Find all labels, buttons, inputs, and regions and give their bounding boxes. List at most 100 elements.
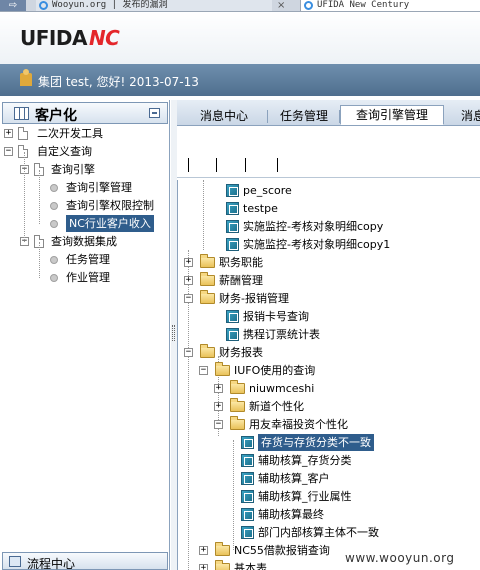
tree-query-item[interactable]: 辅助核算_行业属性: [178, 488, 480, 505]
user-icon: [20, 69, 32, 86]
tree-expander-icon[interactable]: +: [4, 129, 13, 138]
query-icon: [226, 220, 239, 233]
browser-tab-label: Wooyun.org | 发布的漏洞: [52, 0, 168, 10]
tree-expander-icon[interactable]: +: [214, 384, 223, 393]
forward-arrow-icon[interactable]: ⇨: [0, 0, 26, 11]
tree-node-label: 辅助核算_客户: [258, 472, 330, 485]
tree-query-item[interactable]: testpe: [178, 200, 480, 217]
tree-query-item[interactable]: pe_score: [178, 182, 480, 199]
folder-icon: [200, 344, 215, 358]
tree-query-item[interactable]: 携程订票统计表: [178, 326, 480, 343]
tab-task-management[interactable]: 任务管理: [273, 106, 335, 126]
tree-folder[interactable]: − 用友幸福投资个性化: [178, 416, 480, 433]
leaf-dot-icon: [50, 274, 58, 282]
tree-node-label: 辅助核算_存货分类: [258, 454, 352, 467]
query-icon: [241, 526, 254, 539]
tree-node-label: 用友幸福投资个性化: [249, 418, 348, 431]
tree-connector: [39, 170, 40, 224]
folder-icon: [200, 272, 215, 286]
tree-node-label: NC55借款报销查询: [234, 544, 330, 557]
tree-folder[interactable]: + niuwmceshi: [178, 380, 480, 397]
query-icon: [241, 508, 254, 521]
tree-expander-icon[interactable]: −: [184, 348, 193, 357]
tree-expander-icon[interactable]: +: [199, 564, 208, 570]
tree-node-label: pe_score: [243, 184, 292, 197]
left-panel: 客户化 + 二次开发工具 − 自定义查询 − 查询引擎 查询引擎管理 查询引擎权限控制 NC行业…: [0, 100, 170, 570]
tree-node-label: 携程订票统计表: [243, 328, 320, 341]
tree-query-item[interactable]: 实施监控-考核对象明细copy1: [178, 236, 480, 253]
tree-node-label: 报销卡号查询: [243, 310, 309, 323]
greeting-bar: 集团 test, 您好! 2013-07-13: [0, 64, 480, 96]
watermark: www.wooyun.org: [345, 551, 455, 565]
query-icon: [241, 436, 254, 449]
splitter-grip[interactable]: [172, 325, 175, 341]
tree-node[interactable]: + 二次开发工具: [0, 125, 168, 142]
tree-connector: [39, 242, 40, 278]
query-icon: [241, 472, 254, 485]
tree-expander-icon[interactable]: +: [184, 258, 193, 267]
tree-node[interactable]: NC行业客户收入: [0, 215, 168, 232]
tree-query-item[interactable]: 辅助核算_存货分类: [178, 452, 480, 469]
flow-center-bar[interactable]: 流程中心: [2, 552, 168, 570]
app-header: UFIDA NC: [0, 12, 480, 64]
tree-folder[interactable]: + 薪酬管理: [178, 272, 480, 289]
tree-folder[interactable]: − 财务-报销管理: [178, 290, 480, 307]
tree-query-item[interactable]: 辅助核算最终: [178, 506, 480, 523]
tree-node-label: 薪酬管理: [219, 274, 263, 287]
panel-title: 客户化: [35, 108, 77, 124]
folder-icon: [200, 254, 215, 268]
tree-node[interactable]: 作业管理: [0, 269, 168, 286]
tree-folder[interactable]: − 财务报表: [178, 344, 480, 361]
folder-icon: [230, 380, 245, 394]
tree-query-item[interactable]: 存货与存货分类不一致: [178, 434, 480, 451]
tree-expander-icon[interactable]: −: [199, 366, 208, 375]
tree-node[interactable]: − 查询数据集成: [0, 233, 168, 250]
document-icon: [18, 145, 28, 158]
tree-node-label: IUFO使用的查询: [234, 364, 316, 377]
tree-expander-icon[interactable]: +: [184, 276, 193, 285]
tree-node[interactable]: 任务管理: [0, 251, 168, 268]
toolbar-separator: [216, 158, 217, 172]
tree-query-item[interactable]: 部门内部核算主体不一致: [178, 524, 480, 541]
tree-expander-icon[interactable]: −: [184, 294, 193, 303]
leaf-dot-icon: [50, 256, 58, 264]
tree-node[interactable]: 查询引擎管理: [0, 179, 168, 196]
main-area: 消息中心 任务管理 查询引擎管理 消息 pe_score testpe 实施监控-考…: [177, 100, 480, 570]
tree-query-item[interactable]: 实施监控-考核对象明细copy: [178, 218, 480, 235]
tree-node-label: 查询引擎权限控制: [66, 199, 154, 212]
tree-expander-icon[interactable]: −: [4, 147, 13, 156]
tree-node-label: 查询引擎: [51, 163, 95, 176]
tab-divider: [267, 110, 268, 123]
tree-node-label: 查询数据集成: [51, 235, 117, 248]
tree-expander-icon[interactable]: +: [214, 402, 223, 411]
tree-node[interactable]: 查询引擎权限控制: [0, 197, 168, 214]
tree-node-label: 财务报表: [219, 346, 263, 359]
browser-tab-ufida[interactable]: UFIDA New Century: [300, 0, 480, 11]
tree-folder[interactable]: + 新道个性化: [178, 398, 480, 415]
minimize-icon[interactable]: [149, 108, 160, 118]
tree-folder[interactable]: + 职务职能: [178, 254, 480, 271]
tree-node[interactable]: − 查询引擎: [0, 161, 168, 178]
close-tab-icon[interactable]: ×: [277, 0, 285, 11]
logo-mark: NC: [88, 26, 120, 50]
ie-icon: [39, 1, 48, 10]
toolbar-separator: [245, 158, 246, 172]
tree-node[interactable]: − 自定义查询: [0, 143, 168, 160]
tree-expander-icon[interactable]: +: [199, 546, 208, 555]
leaf-dot-icon: [50, 220, 58, 228]
toolbar-separator: [277, 158, 278, 172]
tab-message[interactable]: 消息: [453, 106, 480, 126]
query-icon: [241, 454, 254, 467]
document-icon: [18, 127, 28, 140]
tree-node-label: 新道个性化: [249, 400, 304, 413]
tree-node-label: 辅助核算最终: [258, 508, 324, 521]
panel-header: 客户化: [2, 102, 168, 124]
browser-tab-wooyun[interactable]: Wooyun.org | 发布的漏洞: [36, 0, 272, 11]
tab-query-engine-management[interactable]: 查询引擎管理: [340, 105, 444, 125]
tree-expander-icon[interactable]: −: [214, 420, 223, 429]
tree-query-item[interactable]: 报销卡号查询: [178, 308, 480, 325]
folder-icon: [215, 560, 230, 570]
tree-query-item[interactable]: 辅助核算_客户: [178, 470, 480, 487]
tree-folder[interactable]: − IUFO使用的查询: [178, 362, 480, 379]
tab-message-center[interactable]: 消息中心: [189, 106, 259, 126]
